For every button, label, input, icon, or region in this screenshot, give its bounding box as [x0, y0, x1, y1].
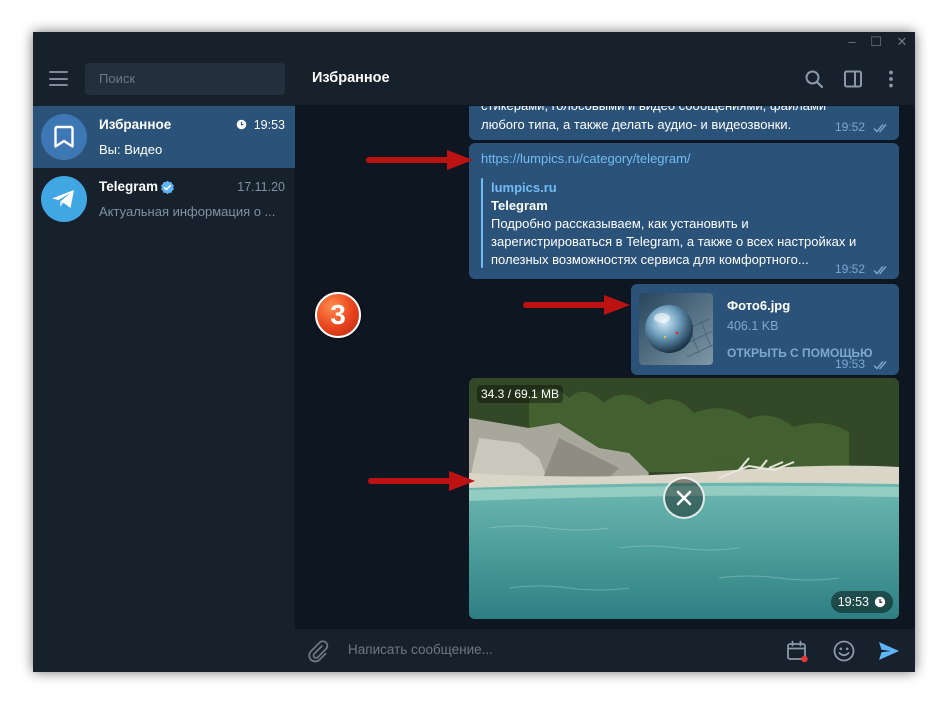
message-input[interactable]: Написать сообщение... — [348, 642, 493, 657]
chat-preview: Вы: Видео — [99, 142, 163, 157]
file-name: Фото6.jpg — [727, 298, 791, 313]
message-link[interactable]: https://lumpics.ru/category/telegram/ — [481, 151, 691, 166]
file-message[interactable]: Фото6.jpg 406.1 KB ОТКРЫТЬ С ПОМОЩЬЮ 19:… — [631, 284, 899, 375]
telegram-window: – ☐ ✕ Поиск Избранное 19:53 Вы: Видео Te… — [33, 32, 915, 672]
link-message[interactable]: https://lumpics.ru/category/telegram/ lu… — [469, 143, 899, 279]
chat-item-saved-messages[interactable]: Избранное 19:53 Вы: Видео — [33, 106, 295, 168]
clock-icon — [874, 596, 886, 608]
sidebar-header: Поиск — [33, 52, 295, 106]
link-preview-description: полезных возможностях сервиса для комфор… — [491, 252, 809, 267]
chat-title: Избранное — [312, 70, 390, 86]
chat-panel: Избранное стикерами, голосовыми и видео … — [295, 52, 915, 672]
video-time-badge: 19:53 — [830, 591, 893, 613]
link-preview-description: зарегистрироваться в Telegram, а также о… — [491, 234, 857, 249]
emoji-icon[interactable] — [831, 638, 857, 664]
download-progress: 34.3 / 69.1 MB — [477, 385, 564, 403]
sidebar-toggle-icon[interactable] — [842, 68, 864, 90]
file-thumbnail[interactable] — [639, 293, 713, 365]
chat-name: Избранное — [99, 117, 172, 132]
avatar — [41, 176, 87, 222]
message-time: 19:52 — [834, 262, 865, 276]
video-message[interactable]: 34.3 / 69.1 MB 19:53 — [469, 378, 899, 619]
message-history: стикерами, голосовыми и видео сообщениям… — [295, 106, 915, 629]
minimize-button[interactable]: – — [841, 32, 863, 52]
message-line: любого типа, а также делать аудио- и вид… — [481, 117, 792, 132]
link-preview[interactable]: lumpics.ru Telegram Подробно рассказывае… — [491, 179, 856, 269]
chat-name: Telegram — [99, 179, 159, 194]
close-icon — [676, 490, 692, 506]
title-bar: – ☐ ✕ — [33, 32, 915, 52]
message-line: стикерами, голосовыми и видео сообщениям… — [481, 106, 826, 115]
red-arrow-annotation — [366, 150, 473, 170]
link-preview-title: Telegram — [491, 198, 548, 213]
step-number-badge: 3 — [315, 292, 361, 338]
message-composer: Написать сообщение... — [295, 629, 915, 672]
chat-list-sidebar: Поиск Избранное 19:53 Вы: Видео Telegram… — [33, 52, 295, 672]
red-arrow-annotation — [523, 295, 630, 315]
more-vertical-icon[interactable] — [880, 68, 902, 90]
read-checks-icon — [873, 361, 887, 370]
message-time: 19:53 — [834, 357, 865, 371]
link-preview-description: Подробно рассказываем, как установить и — [491, 216, 749, 231]
crystal-ball-photo-thumbnail — [639, 293, 713, 365]
text-message[interactable]: стикерами, голосовыми и видео сообщениям… — [469, 106, 899, 140]
read-checks-icon — [873, 266, 887, 275]
file-size: 406.1 KB — [727, 319, 779, 333]
telegram-logo-icon — [52, 190, 74, 208]
menu-icon[interactable] — [49, 71, 68, 86]
maximize-button[interactable]: ☐ — [865, 32, 887, 52]
chat-header: Избранное — [295, 52, 915, 106]
verified-badge-icon — [161, 180, 174, 195]
search-input[interactable]: Поиск — [85, 63, 285, 95]
attach-icon[interactable] — [305, 638, 331, 664]
red-arrow-annotation — [368, 471, 475, 491]
avatar — [41, 114, 87, 160]
chat-time: 17.11.20 — [237, 180, 285, 194]
send-icon[interactable] — [876, 638, 902, 664]
clock-icon — [236, 119, 247, 130]
chat-preview: Актуальная информация о ... — [99, 204, 276, 219]
chat-item-telegram[interactable]: Telegram 17.11.20 Актуальная информация … — [33, 168, 295, 230]
close-button[interactable]: ✕ — [891, 32, 913, 52]
message-time: 19:52 — [834, 120, 865, 134]
message-time: 19:53 — [837, 595, 869, 609]
link-preview-bar — [481, 178, 483, 268]
link-preview-site: lumpics.ru — [491, 180, 557, 195]
cancel-download-button[interactable] — [663, 477, 705, 519]
bookmark-icon — [54, 125, 74, 148]
read-checks-icon — [873, 124, 887, 133]
message-text: стикерами, голосовыми и видео сообщениям… — [481, 106, 826, 134]
search-icon[interactable] — [803, 68, 825, 90]
chat-time: 19:53 — [253, 118, 285, 132]
schedule-icon[interactable] — [784, 638, 810, 664]
